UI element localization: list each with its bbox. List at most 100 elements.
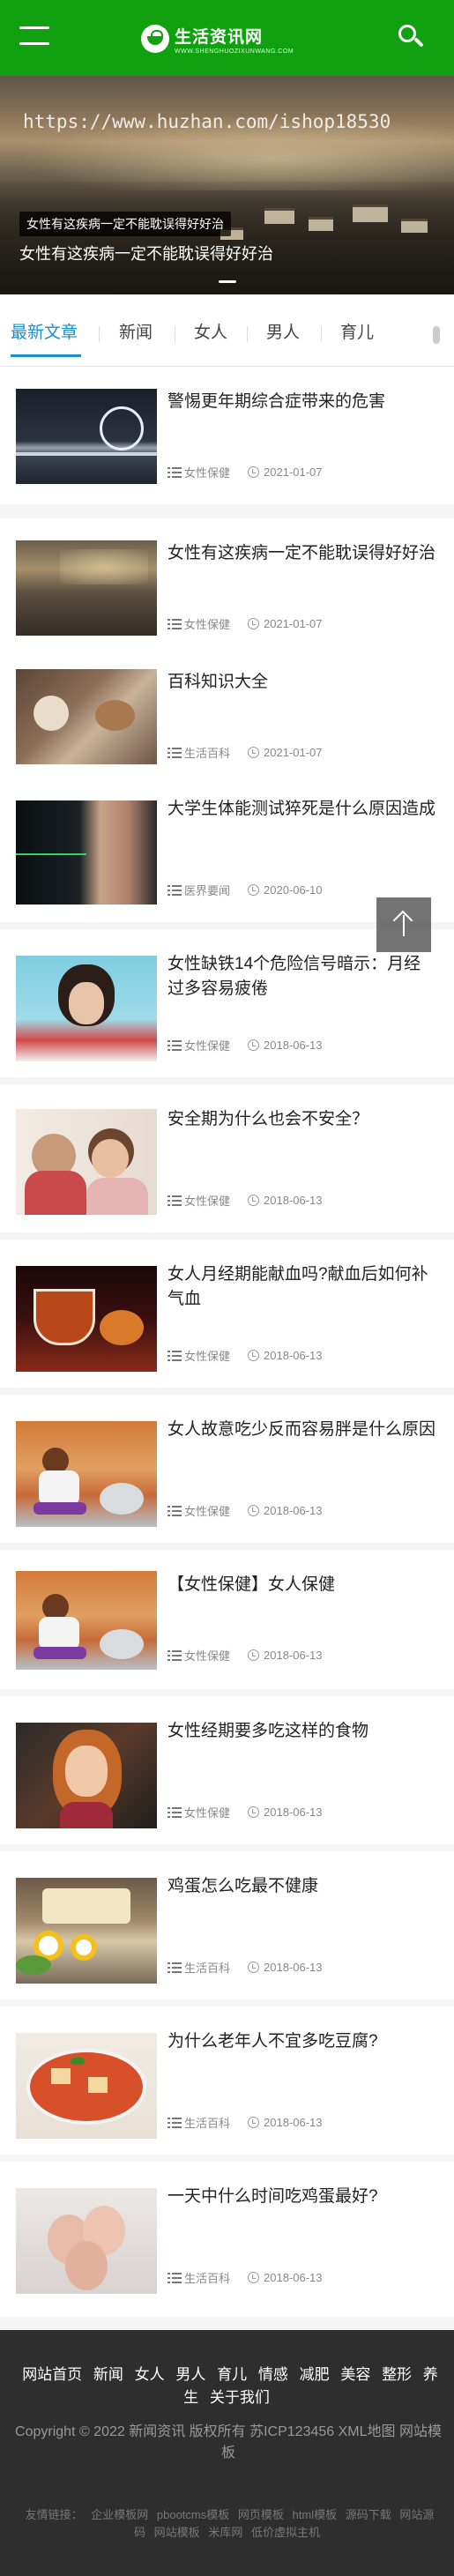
- article-category[interactable]: 女性保健: [184, 1502, 230, 1519]
- friend-link[interactable]: 企业模板网: [91, 2508, 148, 2521]
- logo-icon: [141, 25, 169, 53]
- article-title[interactable]: 大学生体能测试猝死是什么原因造成: [167, 797, 436, 822]
- article-category[interactable]: 女性保健: [184, 464, 230, 480]
- article-category[interactable]: 生活百科: [184, 2114, 230, 2131]
- site-logo[interactable]: 生活资讯网 WWW.SHENGHUOZIXUNWANG.COM: [141, 19, 294, 58]
- carousel-dot[interactable]: [218, 280, 236, 283]
- article-category[interactable]: 女性保健: [184, 1647, 230, 1664]
- list-item[interactable]: 女人月经期能献血吗?献血后如何补气血 女性保健 2018-06-13: [0, 1240, 454, 1395]
- list-item[interactable]: 女性有这疾病一定不能耽误得好好治 女性保健 2021-01-07: [0, 518, 454, 663]
- hero-banner[interactable]: https://www.huzhan.com/ishop18530 女性有这疾病…: [0, 76, 454, 294]
- list-icon: [167, 1806, 182, 1818]
- friend-link[interactable]: 网站模板: [154, 2526, 200, 2539]
- footer-nav-link[interactable]: 育儿: [217, 2366, 247, 2383]
- clock-icon: [248, 1195, 260, 1206]
- article-thumbnail[interactable]: [16, 800, 157, 905]
- list-item[interactable]: 女人故意吃少反而容易胖是什么原因 女性保健 2018-06-13: [0, 1395, 454, 1550]
- tabs-scrollbar[interactable]: [433, 326, 440, 344]
- tab-latest[interactable]: 最新文章: [11, 319, 78, 343]
- article-title[interactable]: 【女性保健】女人保健: [167, 1573, 436, 1597]
- list-icon: [167, 1195, 182, 1206]
- article-title[interactable]: 女人故意吃少反而容易胖是什么原因: [167, 1418, 436, 1442]
- article-thumbnail[interactable]: [16, 389, 157, 484]
- footer-nav-link[interactable]: 情感: [258, 2366, 288, 2383]
- footer-nav-link[interactable]: 减肥: [300, 2366, 330, 2383]
- article-category[interactable]: 女性保健: [184, 1347, 230, 1364]
- tab-men[interactable]: 男人: [266, 319, 300, 343]
- article-thumbnail[interactable]: [16, 1878, 157, 1984]
- article-title[interactable]: 警惕更年期综合症带来的危害: [167, 390, 436, 414]
- article-thumbnail[interactable]: [16, 540, 157, 636]
- article-title[interactable]: 女性缺铁14个危险信号暗示：月经过多容易疲倦: [167, 952, 436, 1001]
- article-thumbnail[interactable]: [16, 2033, 157, 2139]
- article-date: 2018-06-13: [264, 1504, 323, 1517]
- article-category[interactable]: 女性保健: [184, 1037, 230, 1053]
- list-item[interactable]: 女性缺铁14个危险信号暗示：月经过多容易疲倦 女性保健 2018-06-13: [0, 929, 454, 1084]
- search-icon[interactable]: [395, 21, 427, 53]
- tab-parenting[interactable]: 育儿: [340, 319, 374, 343]
- list-item[interactable]: 鸡蛋怎么吃最不健康 生活百科 2018-06-13: [0, 1851, 454, 2006]
- article-date: 2018-06-13: [264, 1039, 323, 1052]
- article-category[interactable]: 生活百科: [184, 744, 230, 761]
- list-item[interactable]: 警惕更年期综合症带来的危害 女性保健 2021-01-07: [0, 367, 454, 511]
- active-tab-indicator: [11, 354, 81, 357]
- carousel-dots: [0, 280, 454, 283]
- list-item[interactable]: 安全期为什么也会不安全？ 女性保健 2018-06-13: [0, 1084, 454, 1240]
- friend-link[interactable]: 源码下载: [346, 2508, 391, 2521]
- article-title[interactable]: 安全期为什么也会不安全？: [167, 1107, 436, 1132]
- article-meta: 生活百科 2018-06-13: [167, 1959, 323, 1976]
- list-icon: [167, 2117, 182, 2128]
- footer-nav-link[interactable]: 女人: [135, 2366, 165, 2383]
- article-title[interactable]: 为什么老年人不宜多吃豆腐?: [167, 2029, 436, 2054]
- article-category[interactable]: 女性保健: [184, 615, 230, 632]
- article-thumbnail[interactable]: [16, 1723, 157, 1828]
- article-thumbnail[interactable]: [16, 2188, 157, 2294]
- footer-nav-link[interactable]: 男人: [175, 2366, 205, 2383]
- list-item[interactable]: 百科知识大全 生活百科 2021-01-07: [0, 647, 454, 792]
- article-thumbnail[interactable]: [16, 1266, 157, 1372]
- footer-nav-link[interactable]: 关于我们: [210, 2389, 270, 2406]
- back-to-top-button[interactable]: [376, 897, 431, 952]
- list-item[interactable]: 女性经期要多吃这样的食物 女性保健 2018-06-13: [0, 1696, 454, 1851]
- list-icon: [167, 1649, 182, 1661]
- clock-icon: [248, 466, 260, 478]
- hamburger-menu-icon[interactable]: [19, 25, 49, 49]
- article-thumbnail[interactable]: [16, 1109, 157, 1215]
- article-title[interactable]: 百科知识大全: [167, 670, 436, 695]
- friend-link[interactable]: 米库网: [208, 2526, 242, 2539]
- article-category[interactable]: 女性保健: [184, 1192, 230, 1209]
- friend-link[interactable]: html模板: [293, 2508, 338, 2521]
- banner-caption[interactable]: 女性有这疾病一定不能耽误得好好治: [19, 242, 273, 264]
- article-category[interactable]: 女性保健: [184, 1804, 230, 1820]
- article-category[interactable]: 医界要闻: [184, 882, 230, 898]
- article-meta: 女性保健 2018-06-13: [167, 1192, 323, 1209]
- friend-link[interactable]: 低价虚拟主机: [251, 2526, 320, 2539]
- article-thumbnail[interactable]: [16, 1571, 157, 1670]
- clock-icon: [248, 1505, 260, 1516]
- friend-link[interactable]: 网页模板: [238, 2508, 284, 2521]
- footer-nav-link[interactable]: 新闻: [93, 2366, 123, 2383]
- list-item[interactable]: 为什么老年人不宜多吃豆腐? 生活百科 2018-06-13: [0, 2006, 454, 2162]
- list-item[interactable]: 一天中什么时间吃鸡蛋最好? 生活百科 2018-06-13: [0, 2162, 454, 2317]
- article-title[interactable]: 女性有这疾病一定不能耽误得好好治: [167, 541, 436, 566]
- tab-women[interactable]: 女人: [194, 319, 227, 343]
- article-meta: 女性保健 2018-06-13: [167, 1502, 323, 1519]
- article-meta: 女性保健 2018-06-13: [167, 1647, 323, 1664]
- article-thumbnail[interactable]: [16, 1421, 157, 1527]
- article-thumbnail[interactable]: [16, 669, 157, 764]
- article-title[interactable]: 女性经期要多吃这样的食物: [167, 1719, 436, 1744]
- article-thumbnail[interactable]: [16, 956, 157, 1061]
- list-item[interactable]: 【女性保健】女人保健 女性保健 2018-06-13: [0, 1550, 454, 1696]
- footer-nav-link[interactable]: 整形: [382, 2366, 412, 2383]
- article-category[interactable]: 生活百科: [184, 1959, 230, 1976]
- friend-link[interactable]: pbootcms模板: [157, 2508, 229, 2521]
- footer-nav-link[interactable]: 网站首页: [22, 2366, 82, 2383]
- footer-nav-link[interactable]: 美容: [340, 2366, 370, 2383]
- article-title[interactable]: 一天中什么时间吃鸡蛋最好?: [167, 2185, 436, 2209]
- site-header: 生活资讯网 WWW.SHENGHUOZIXUNWANG.COM: [0, 0, 454, 76]
- article-category[interactable]: 生活百科: [184, 2269, 230, 2286]
- article-title[interactable]: 女人月经期能献血吗?献血后如何补气血: [167, 1262, 436, 1312]
- clock-icon: [248, 1806, 260, 1818]
- tab-news[interactable]: 新闻: [119, 319, 153, 343]
- article-title[interactable]: 鸡蛋怎么吃最不健康: [167, 1874, 436, 1899]
